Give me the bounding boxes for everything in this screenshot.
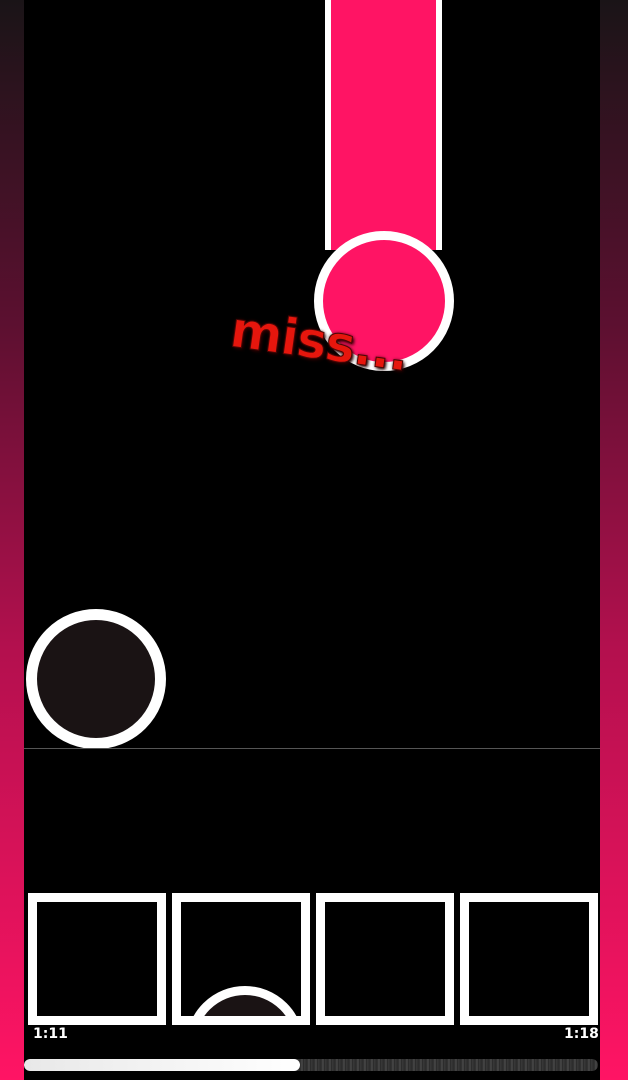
lane-button-1[interactable] (28, 893, 166, 1025)
time-elapsed: 1:11 (33, 1026, 68, 1042)
lane-button-4[interactable] (460, 893, 598, 1025)
lane-button-3[interactable] (316, 893, 454, 1025)
right-side-gradient (600, 0, 628, 1080)
song-progress-fill (24, 1059, 300, 1071)
left-side-gradient (0, 0, 24, 1080)
time-total: 1:18 (564, 1026, 599, 1042)
hit-line (24, 748, 600, 749)
lane-button-2[interactable] (172, 893, 310, 1025)
hold-note-tail (325, 0, 442, 250)
song-progress-bar (24, 1059, 598, 1071)
note-in-lane (186, 986, 301, 1016)
falling-note (26, 609, 166, 749)
